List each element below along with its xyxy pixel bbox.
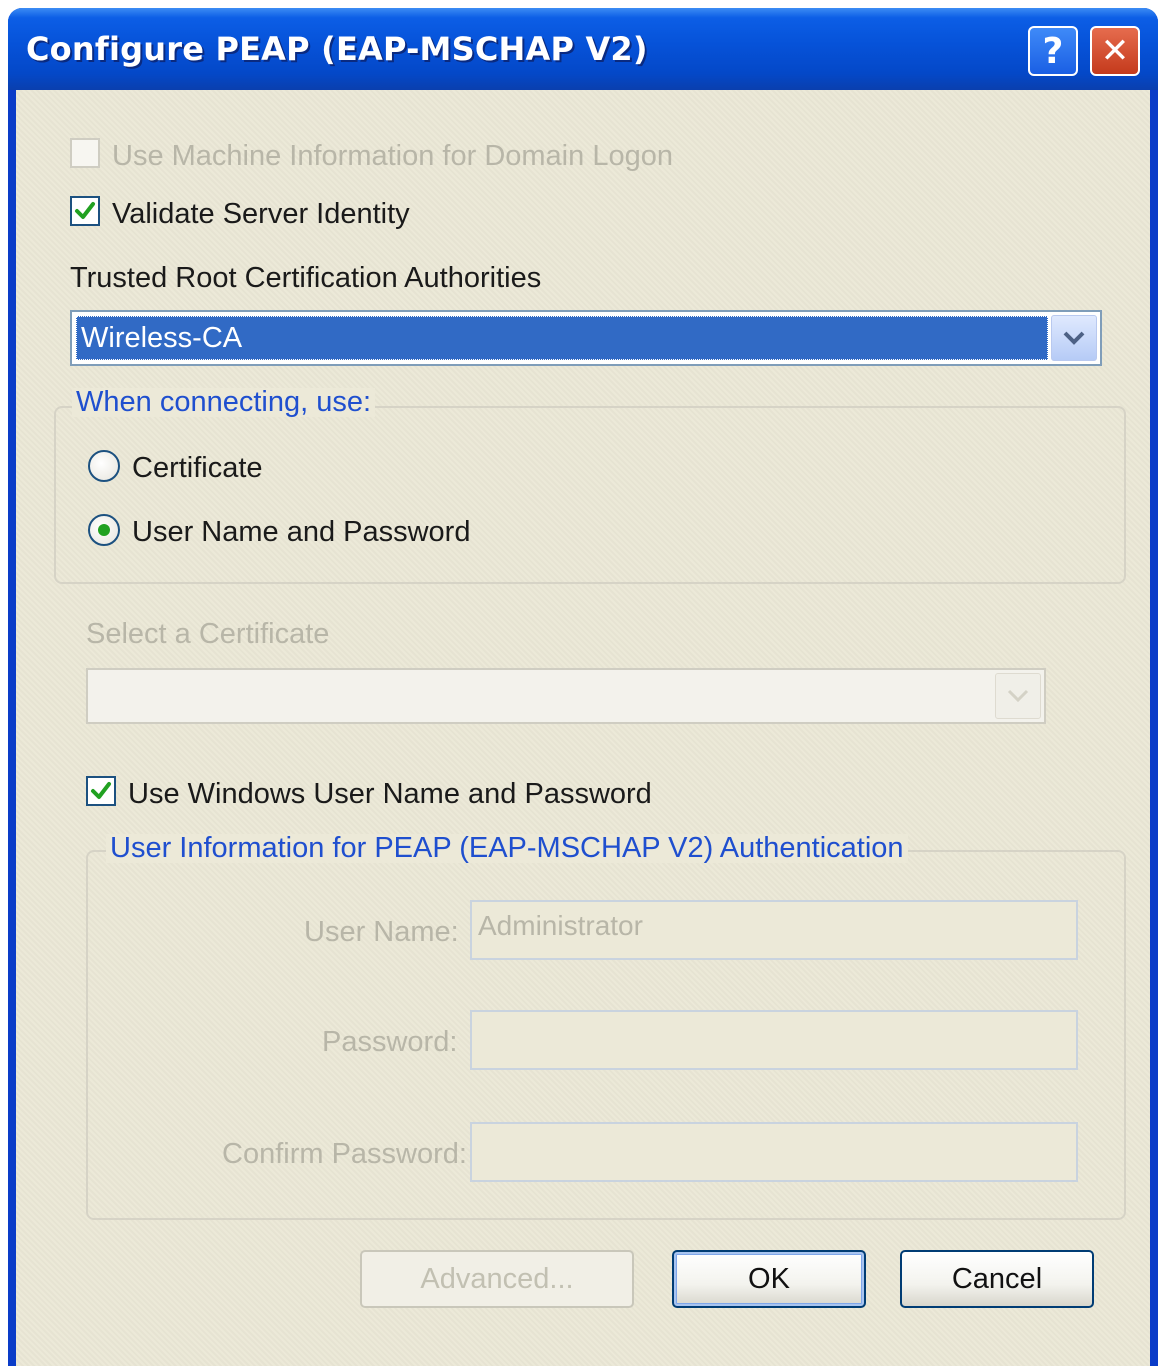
password-label: Password:: [322, 1026, 458, 1058]
select-certificate-dropdown-button[interactable]: [995, 673, 1041, 719]
confirm-password-input[interactable]: [470, 1122, 1078, 1182]
select-certificate-dropdown[interactable]: [86, 668, 1046, 724]
help-icon: ?: [1042, 30, 1064, 72]
trusted-root-label: Trusted Root Certification Authorities: [70, 262, 542, 294]
when-connecting-legend: When connecting, use:: [72, 388, 376, 417]
chevron-down-icon: [1063, 331, 1085, 345]
use-windows-credentials-checkbox[interactable]: [86, 776, 116, 806]
validate-server-checkbox[interactable]: [70, 196, 100, 226]
ok-button[interactable]: OK: [672, 1250, 866, 1308]
use-machine-info-label: Use Machine Information for Domain Logon: [112, 140, 673, 172]
check-icon: [91, 782, 111, 799]
close-button[interactable]: ✕: [1090, 26, 1140, 76]
use-windows-credentials-label: Use Windows User Name and Password: [128, 778, 652, 810]
dialog-body: Use Machine Information for Domain Logon…: [16, 90, 1150, 1366]
window-title: Configure PEAP (EAP-MSCHAP V2): [26, 30, 648, 68]
confirm-password-label: Confirm Password:: [222, 1138, 467, 1170]
password-input[interactable]: [470, 1010, 1078, 1070]
use-machine-info-checkbox[interactable]: [70, 138, 100, 168]
advanced-button[interactable]: Advanced...: [360, 1250, 634, 1308]
user-info-legend: User Information for PEAP (EAP-MSCHAP V2…: [106, 834, 908, 863]
username-input[interactable]: Administrator: [470, 900, 1078, 960]
validate-server-label: Validate Server Identity: [112, 198, 410, 230]
check-icon: [75, 202, 95, 219]
help-button[interactable]: ?: [1028, 26, 1078, 76]
trusted-root-dropdown[interactable]: Wireless-CA: [70, 310, 1102, 366]
cancel-button[interactable]: Cancel: [900, 1250, 1094, 1308]
dialog-window: Configure PEAP (EAP-MSCHAP V2) ? ✕ Use M…: [8, 8, 1158, 1366]
certificate-radio[interactable]: [88, 450, 120, 482]
title-bar[interactable]: Configure PEAP (EAP-MSCHAP V2) ? ✕: [8, 8, 1158, 90]
username-password-radio[interactable]: [88, 514, 120, 546]
when-connecting-group: [54, 406, 1126, 584]
username-label: User Name:: [304, 916, 459, 948]
username-password-radio-label: User Name and Password: [132, 516, 471, 548]
close-icon: ✕: [1100, 31, 1130, 71]
select-certificate-label: Select a Certificate: [86, 618, 330, 650]
radio-selected-dot: [98, 524, 110, 536]
trusted-root-selected: Wireless-CA: [76, 316, 1048, 360]
trusted-root-dropdown-button[interactable]: [1051, 315, 1097, 361]
certificate-radio-label: Certificate: [132, 452, 263, 484]
chevron-down-icon: [1007, 689, 1029, 703]
